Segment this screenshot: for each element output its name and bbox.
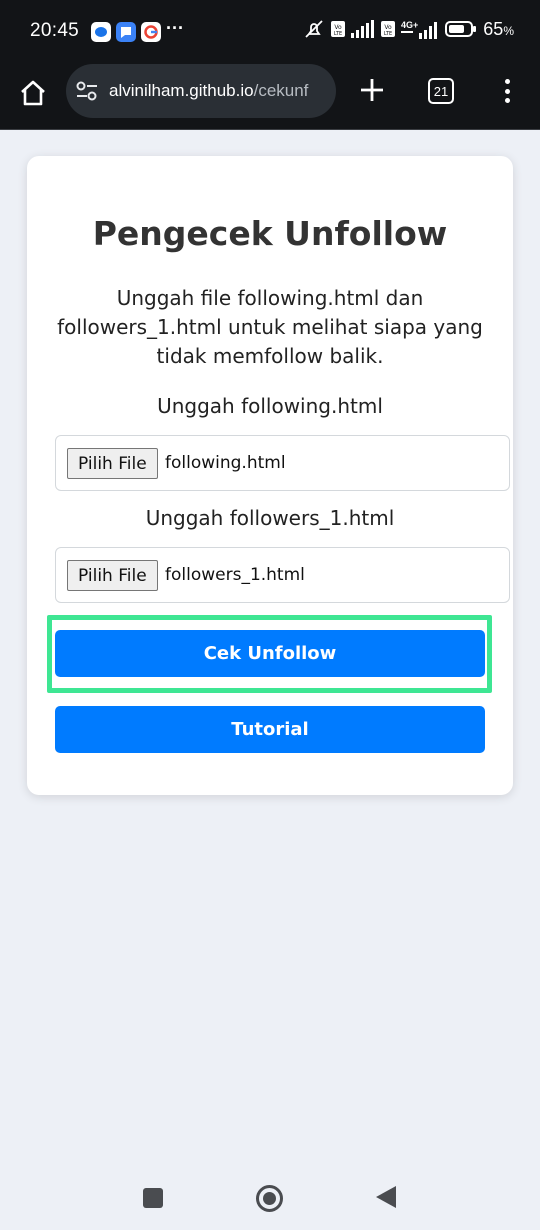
more-notifications-icon: ···: [166, 18, 184, 38]
volte-icon-2: VoLTE: [381, 21, 396, 37]
mute-icon: [305, 20, 323, 38]
svg-text:LTE: LTE: [384, 31, 392, 37]
menu-icon[interactable]: [496, 76, 518, 106]
page-description: Unggah file following.html dan followers…: [57, 286, 483, 368]
svg-text:LTE: LTE: [334, 31, 342, 37]
back-button[interactable]: [376, 1186, 396, 1208]
check-unfollow-button[interactable]: Cek Unfollow: [55, 630, 485, 677]
signal-icon: [351, 20, 375, 38]
tab-switcher-button[interactable]: 21: [428, 78, 454, 104]
volte-icon: VoLTE: [331, 21, 346, 37]
following-choose-file-button[interactable]: Pilih File: [67, 448, 158, 479]
home-button[interactable]: [16, 76, 50, 110]
page-title: Pengecek Unfollow: [92, 214, 448, 253]
chat-icon: [116, 22, 136, 42]
following-file-name: following.html: [165, 453, 286, 473]
status-bar: 20:45 ··· Vo LTE Vo LTE 4G+ 65%: [0, 0, 540, 62]
clock: 20:45: [30, 20, 80, 41]
site-settings-icon[interactable]: [76, 81, 98, 101]
url-text[interactable]: alvinilham.github.io/cekunf: [109, 81, 308, 101]
new-tab-icon[interactable]: [358, 76, 386, 104]
tutorial-button[interactable]: Tutorial: [55, 706, 485, 753]
following-label: Unggah following.html: [157, 394, 383, 418]
nav-home-button[interactable]: [256, 1185, 283, 1212]
battery-percent: 65%: [483, 18, 514, 39]
svg-text:Vo: Vo: [335, 24, 343, 31]
address-bar[interactable]: alvinilham.github.io/cekunf: [66, 64, 336, 118]
battery-icon: [445, 21, 477, 37]
svg-text:Vo: Vo: [385, 24, 393, 31]
following-file-input[interactable]: Pilih File following.html: [55, 435, 510, 491]
svg-text:4G+: 4G+: [401, 20, 418, 30]
home-icon: [21, 80, 45, 106]
google-icon: [141, 22, 161, 42]
messages-icon: [91, 22, 111, 42]
browser-toolbar: alvinilham.github.io/cekunf 21: [0, 62, 540, 130]
signal-4g-icon: 4G+: [401, 20, 438, 39]
followers-file-name: followers_1.html: [165, 565, 305, 585]
followers-file-input[interactable]: Pilih File followers_1.html: [55, 547, 510, 603]
recent-apps-button[interactable]: [143, 1188, 163, 1208]
followers-choose-file-button[interactable]: Pilih File: [67, 560, 158, 591]
followers-label: Unggah followers_1.html: [145, 506, 395, 530]
